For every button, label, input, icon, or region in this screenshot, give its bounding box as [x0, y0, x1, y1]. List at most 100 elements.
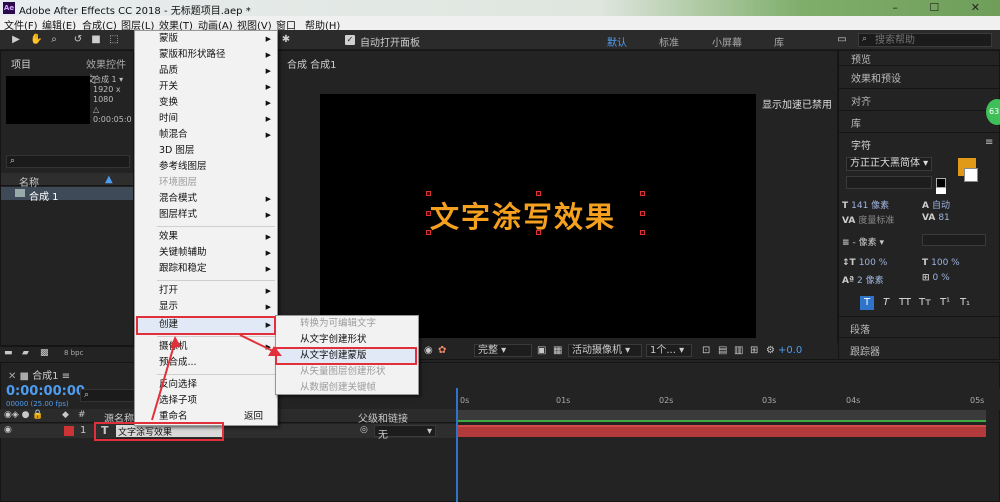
menu-item-create-shapes-from-text[interactable]: 从文字创建形状: [276, 332, 418, 348]
current-time[interactable]: 0:00:00:00: [6, 384, 85, 399]
leading-field[interactable]: A 自动: [922, 198, 950, 211]
superscript-button[interactable]: T¹: [938, 296, 952, 310]
tab-timeline[interactable]: ✕ ■ 合成1 ≡: [8, 367, 70, 382]
hand-tool-icon[interactable]: ✋: [30, 34, 42, 46]
comp-flowchart-icon[interactable]: ⊞: [750, 345, 758, 356]
white-swatch[interactable]: [936, 188, 946, 194]
timeline-layer-row[interactable]: ◉ 1 T 文字涂写效果 ◎ 无 ▾: [0, 424, 456, 441]
menu-item-camera[interactable]: 摄像机 ▶: [135, 339, 277, 355]
menu-item-quality[interactable]: 品质 ▶: [135, 63, 277, 79]
zoom-tool-icon[interactable]: ⌕: [48, 34, 60, 46]
window-controls[interactable]: – ☐ ✕: [892, 1, 994, 14]
menu-item-blending-mode[interactable]: 混合模式 ▶: [135, 191, 277, 207]
playhead[interactable]: [456, 388, 458, 502]
panel-library[interactable]: 库: [851, 115, 861, 130]
help-search[interactable]: ⌕: [858, 33, 992, 47]
menu-item-layer-styles[interactable]: 图层样式 ▶: [135, 207, 277, 223]
menu-item-effect[interactable]: 效果 ▶: [135, 229, 277, 245]
timeline-icon[interactable]: ▥: [734, 345, 743, 356]
pick-whip-icon[interactable]: ◎: [360, 425, 368, 435]
horizontal-scale-field[interactable]: T 100 %: [922, 258, 960, 268]
stroke-color-swatch[interactable]: [964, 168, 978, 182]
faux-bold-button[interactable]: T: [860, 296, 874, 310]
panel-align[interactable]: 对齐: [851, 93, 871, 108]
baseline-shift-field[interactable]: Aª 2 像素: [842, 273, 884, 286]
menu-item-track-stabilize[interactable]: 跟踪和稳定 ▶: [135, 261, 277, 277]
menu-item-mask-shape-path[interactable]: 蒙版和形状路径 ▶: [135, 47, 277, 63]
menu-item-switches[interactable]: 开关 ▶: [135, 79, 277, 95]
tracking-field[interactable]: VA 81: [922, 213, 950, 223]
label-color-swatch[interactable]: [64, 426, 74, 436]
menu-item-mask[interactable]: 蒙版 ▶: [135, 31, 277, 47]
small-caps-button[interactable]: Tт: [918, 296, 932, 310]
kerning-field[interactable]: VA 度量标准: [842, 213, 894, 226]
transform-handle[interactable]: [640, 191, 645, 196]
transform-handle[interactable]: [536, 191, 541, 196]
menu-item-frame-blending[interactable]: 帧混合 ▶: [135, 127, 277, 143]
layer-duration-bar[interactable]: [456, 425, 986, 437]
panel-menu-icon[interactable]: ≡: [985, 137, 993, 148]
transform-handle[interactable]: [640, 230, 645, 235]
exposure-reset-icon[interactable]: ⚙: [766, 345, 775, 356]
menu-item-select-children[interactable]: 选择子项: [135, 393, 277, 409]
help-search-input[interactable]: [875, 34, 987, 46]
new-folder-icon[interactable]: ▰: [22, 348, 29, 358]
view-layout-dropdown[interactable]: 1个... ▾: [646, 344, 692, 357]
black-swatch[interactable]: [936, 178, 946, 188]
camera-tool-icon[interactable]: ■: [90, 34, 102, 46]
vertical-scale-field[interactable]: ↕T 100 %: [842, 258, 887, 268]
auto-open-checkbox[interactable]: ✓: [345, 35, 355, 45]
panel-paragraph[interactable]: 段落: [850, 321, 870, 336]
workspace-default[interactable]: 默认: [607, 34, 627, 49]
menu-item-time[interactable]: 时间 ▶: [135, 111, 277, 127]
menu-item-precompose[interactable]: 预合成...: [135, 355, 277, 371]
transform-handle[interactable]: [426, 230, 431, 235]
font-style-dropdown[interactable]: [846, 176, 932, 189]
resolution-dropdown[interactable]: 完整 ▾: [474, 344, 532, 357]
subscript-button[interactable]: T₁: [958, 296, 972, 310]
panel-effects-presets[interactable]: 效果和预设: [851, 70, 901, 85]
time-ruler[interactable]: 0s 01s 02s 03s 04s 05s: [456, 388, 1000, 410]
canvas-text-layer[interactable]: 文字涂写效果: [430, 194, 616, 236]
exposure-value[interactable]: +0.0: [778, 345, 802, 356]
visibility-icon[interactable]: ◉: [4, 425, 12, 435]
workspace-library[interactable]: 库: [774, 34, 784, 49]
menu-item-keyframe-assistant[interactable]: 关键帧辅助 ▶: [135, 245, 277, 261]
selection-tool-icon[interactable]: ▶: [10, 34, 22, 46]
sort-icon[interactable]: ▲: [105, 174, 113, 185]
pin-tool-icon[interactable]: ✱: [280, 34, 292, 46]
transform-handle[interactable]: [426, 211, 431, 216]
transform-handle[interactable]: [426, 191, 431, 196]
pan-behind-tool-icon[interactable]: ⬚: [108, 34, 120, 46]
faux-italic-button[interactable]: T: [879, 296, 893, 310]
menu-item-reveal[interactable]: 显示 ▶: [135, 299, 277, 315]
font-size-field[interactable]: T 141 像素: [842, 198, 889, 211]
camera-dropdown[interactable]: 活动摄像机 ▾: [568, 344, 642, 357]
region-icon[interactable]: ▣: [537, 345, 546, 356]
panel-character[interactable]: 字符: [851, 137, 871, 152]
fast-preview-icon[interactable]: ▤: [718, 345, 727, 356]
project-item-row[interactable]: 合成 1: [1, 187, 133, 203]
close-icon[interactable]: ✕ ■: [8, 371, 32, 382]
all-caps-button[interactable]: TT: [898, 296, 912, 310]
workspace-small-screen[interactable]: 小屏幕: [712, 34, 742, 49]
tab-composition[interactable]: 合成 合成1: [287, 56, 337, 71]
menu-item-3d-layer[interactable]: 3D 图层: [135, 143, 277, 159]
toggle-pixel-icon[interactable]: ⊡: [702, 345, 710, 356]
parent-dropdown[interactable]: 无 ▾: [374, 425, 436, 441]
stroke-type-dropdown[interactable]: [922, 234, 986, 246]
font-family-dropdown[interactable]: 方正正大黑简体 ▾: [846, 157, 932, 171]
column-parent[interactable]: 父级和链接: [358, 410, 408, 425]
bit-depth[interactable]: 8 bpc: [64, 349, 83, 357]
tab-project[interactable]: 项目: [11, 56, 31, 71]
menu-item-invert-selection[interactable]: 反向选择: [135, 377, 277, 393]
color-channel-icon[interactable]: ✿: [438, 345, 446, 356]
transparency-grid-icon[interactable]: ▦: [553, 345, 562, 356]
transform-handle[interactable]: [536, 230, 541, 235]
panel-preview[interactable]: 预览: [851, 51, 871, 66]
panel-tracker[interactable]: 跟踪器: [850, 343, 880, 358]
menu-item-open[interactable]: 打开 ▶: [135, 283, 277, 299]
rotate-tool-icon[interactable]: ↺: [72, 34, 84, 46]
tsume-field[interactable]: ⊞ 0 %: [922, 273, 950, 283]
new-comp-icon[interactable]: ▩: [40, 348, 49, 358]
